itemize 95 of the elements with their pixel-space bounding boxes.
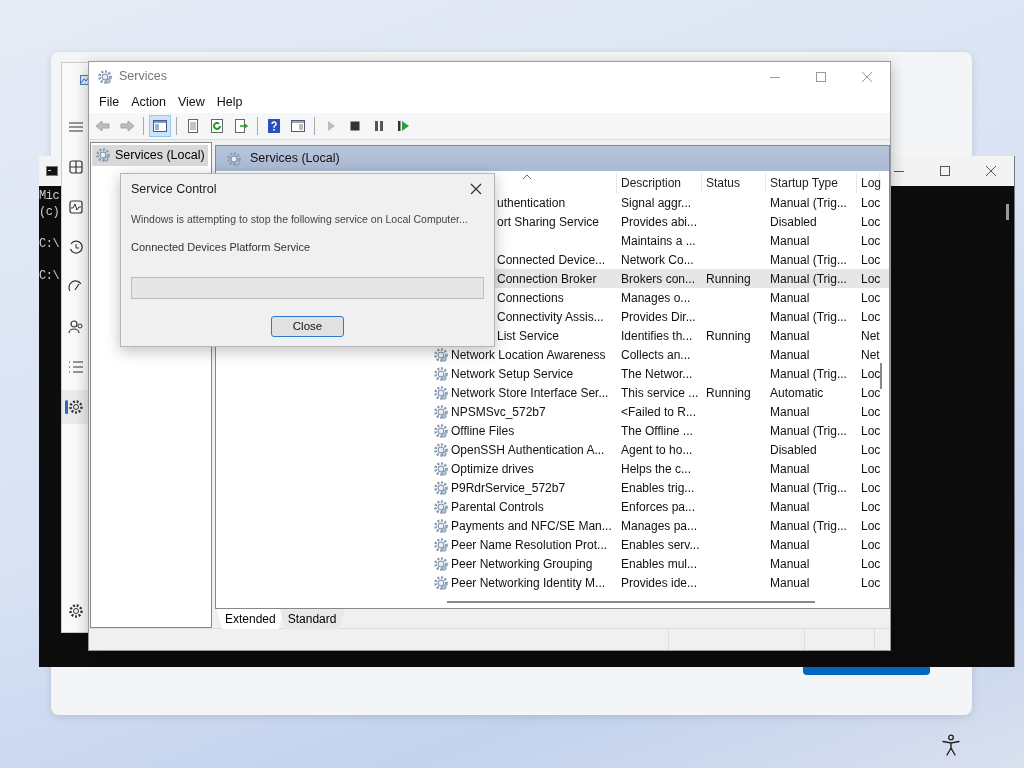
table-cell-text: Manual <box>769 537 810 552</box>
table-cell-text: Network Co... <box>620 252 694 267</box>
table-cell-text: Enforces pa... <box>620 499 696 514</box>
table-cell-text: Manual (Trig... <box>769 309 847 324</box>
dialog-title: Service Control <box>131 180 217 198</box>
service-name: Peer Networking Identity M... <box>451 574 606 592</box>
service-name: NPSMSvc_572b7 <box>451 403 546 421</box>
table-cell-text: This service ... <box>620 385 699 400</box>
table-cell-text: <Failed to R... <box>620 404 697 419</box>
service-name: Connected Device... <box>497 251 606 269</box>
table-cell-text: Loc <box>860 290 881 305</box>
table-cell-text: Manual <box>769 575 810 590</box>
console-text: C:\ <box>39 236 60 252</box>
table-cell-text: Maintains a ... <box>620 233 696 248</box>
table-cell-text: Manual <box>769 499 810 514</box>
table-cell-text: Signal aggr... <box>620 195 692 210</box>
table-cell-text: Loc <box>860 233 881 248</box>
table-cell-text: Provides abi... <box>620 214 698 229</box>
table-cell-text: Enables trig... <box>620 480 695 495</box>
table-cell-text: Manual (Trig... <box>769 271 847 286</box>
table-cell-text: Loc <box>860 271 881 286</box>
table-cell-text: Running <box>705 328 751 343</box>
table-cell-text: Loc <box>860 252 881 267</box>
table-cell-text: Manual <box>769 461 810 476</box>
service-name: Payments and NFC/SE Man... <box>451 517 612 535</box>
table-cell-text: Provides Dir... <box>620 309 696 324</box>
table-cell-text: Brokers con... <box>620 271 696 286</box>
table-cell-text: Provides ide... <box>620 575 698 590</box>
table-cell-text: Running <box>705 271 751 286</box>
service-name: Connection Broker <box>497 270 597 288</box>
table-cell-text: Loc <box>860 404 881 419</box>
table-cell-text: Manual <box>769 328 810 343</box>
table-cell-text: Disabled <box>769 442 817 457</box>
table-cell-text: Manual <box>769 347 810 362</box>
service-name: Offline Files <box>451 422 515 440</box>
service-name: Network Store Interface Ser... <box>451 384 609 402</box>
table-cell-text: Helps the c... <box>620 461 692 476</box>
message-text: Windows is attempting to stop the following service on Local Computer... <box>131 212 469 227</box>
service-name: Network Setup Service <box>451 365 574 383</box>
table-cell-text: Manual (Trig... <box>769 480 847 495</box>
table-cell-text: Manages pa... <box>620 518 698 533</box>
table-cell-text: Loc <box>860 442 881 457</box>
table-cell-text: Identifies th... <box>620 328 693 343</box>
table-cell-text: Manual <box>769 556 810 571</box>
table-cell-text: Enables serv... <box>620 537 700 552</box>
table-cell-text: Loc <box>860 499 881 514</box>
table-cell-text: Loc <box>860 195 881 210</box>
table-cell-text: Loc <box>860 518 881 533</box>
table-cell-text: Loc <box>860 537 881 552</box>
table-cell-text: Enables mul... <box>620 556 698 571</box>
table-cell-text: Loc <box>860 385 881 400</box>
table-cell-text: Loc <box>860 214 881 229</box>
service-name: Peer Name Resolution Prot... <box>451 536 608 554</box>
service-name: uthentication <box>497 194 566 212</box>
table-cell-text: Manual <box>769 290 810 305</box>
console-text: C:\ <box>39 268 60 284</box>
service-name: Connected Devices Platform Service <box>131 239 312 255</box>
table-cell-text: The Offline ... <box>620 423 693 438</box>
table-cell-text: Loc <box>860 309 881 324</box>
service-name: Optimize drives <box>451 460 534 478</box>
table-cell-text: Automatic <box>769 385 824 400</box>
table-cell-text: Manual <box>769 404 810 419</box>
table-cell-text: Manual (Trig... <box>769 252 847 267</box>
table-cell-text: Loc <box>860 423 881 438</box>
table-cell-text: Loc <box>860 575 881 590</box>
console-text: (c) <box>39 204 60 220</box>
service-name: Connectivity Assis... <box>497 308 604 326</box>
table-cell-text: Loc <box>860 366 881 381</box>
table-cell-text: Collects an... <box>620 347 691 362</box>
table-cell-text: Manual (Trig... <box>769 518 847 533</box>
pane-title: Services (Local) <box>250 150 340 168</box>
window-title: Services <box>119 68 167 86</box>
table-cell-text: Agent to ho... <box>620 442 693 457</box>
console-text: Mic <box>39 188 60 204</box>
service-name: List Service <box>497 327 560 345</box>
table-cell-text: Loc <box>860 480 881 495</box>
service-name: Parental Controls <box>451 498 544 516</box>
table-cell-text: Manual (Trig... <box>769 195 847 210</box>
table-cell-text: Net <box>860 347 880 362</box>
service-name: P9RdrService_572b7 <box>451 479 566 497</box>
table-cell-text: Manual <box>769 233 810 248</box>
table-cell-text: Running <box>705 385 751 400</box>
service-name: Network Location Awareness <box>451 346 606 364</box>
table-cell-text: Disabled <box>769 214 817 229</box>
service-name: Peer Networking Grouping <box>451 555 593 573</box>
table-cell-text: Net <box>860 328 880 343</box>
table-cell-text: Loc <box>860 461 881 476</box>
table-cell-text: Loc <box>860 556 881 571</box>
table-cell-text: Manages o... <box>620 290 691 305</box>
table-cell-text: The Networ... <box>620 366 693 381</box>
service-name: ort Sharing Service <box>497 213 600 231</box>
service-name: Connections <box>497 289 564 307</box>
table-cell-text: Manual (Trig... <box>769 366 847 381</box>
service-name: OpenSSH Authentication A... <box>451 441 605 459</box>
table-cell-text: Manual (Trig... <box>769 423 847 438</box>
